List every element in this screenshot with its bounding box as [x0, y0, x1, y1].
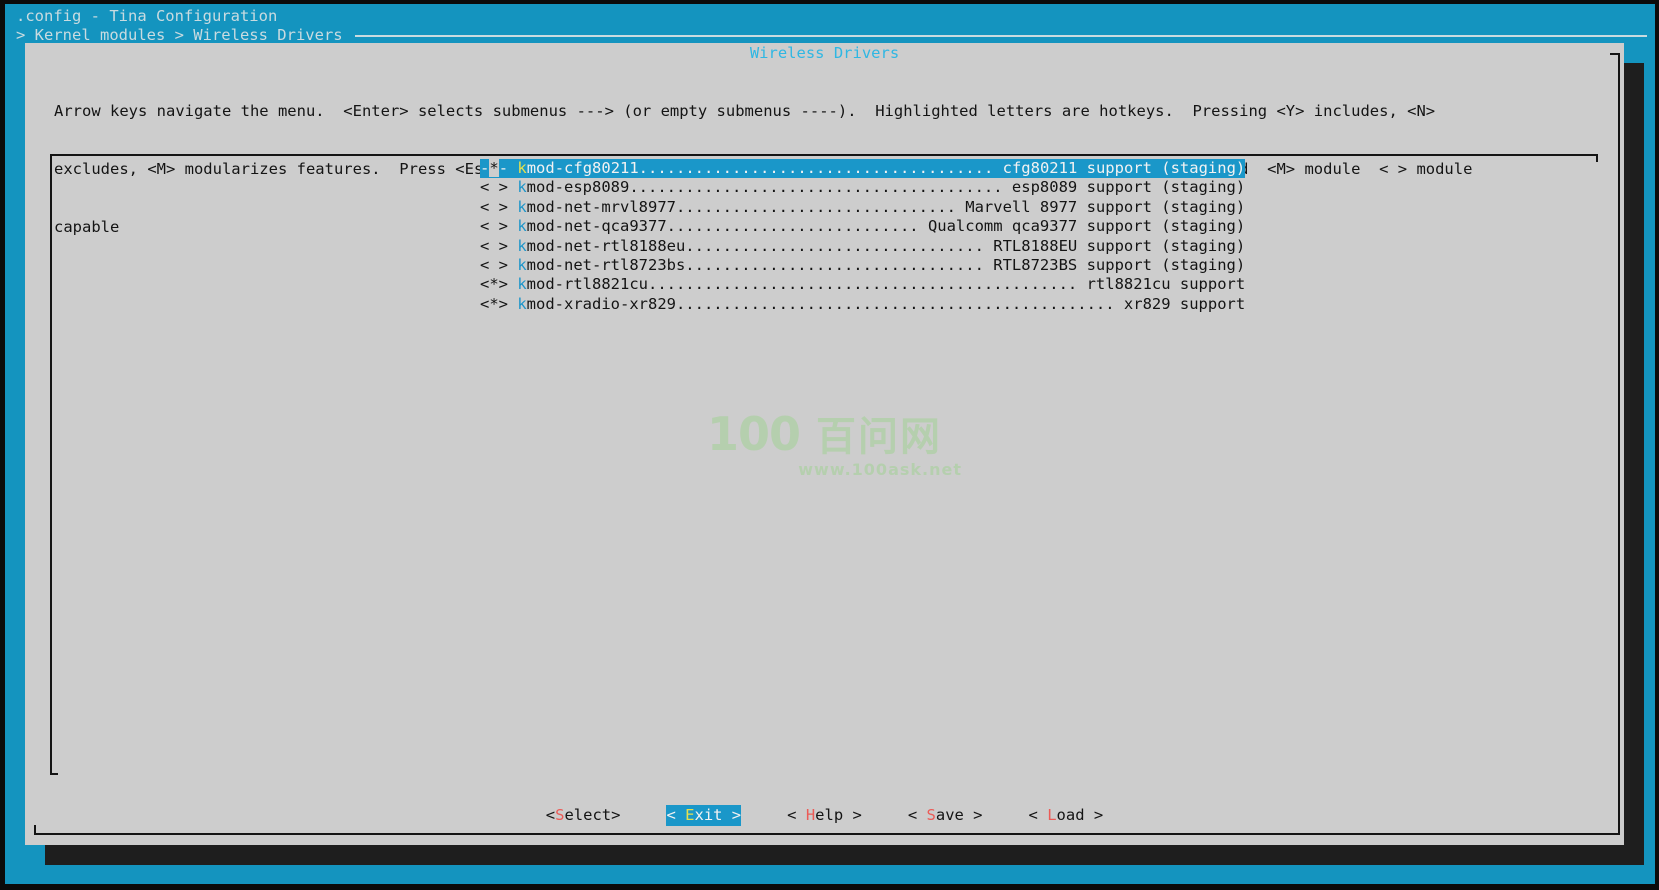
- item-prefix: < >: [480, 217, 517, 235]
- item-hotkey: k: [517, 275, 526, 293]
- item-prefix: < >: [480, 178, 517, 196]
- button-bar: <Select> < Exit > < Help > < Save > < Lo…: [25, 805, 1624, 826]
- menu-item-kmod-rtl8821cu[interactable]: <*> kmod-rtl8821cu......................…: [480, 275, 1245, 294]
- button-text: elp >: [815, 806, 862, 824]
- breadcrumb-rule: [355, 35, 1647, 37]
- button-text: <: [908, 806, 927, 824]
- terminal-screen: .config - Tina Configuration > Kernel mo…: [0, 0, 1659, 890]
- menu-list: -*- kmod-cfg80211.......................…: [480, 159, 1245, 314]
- selection-cursor: *: [489, 159, 498, 177]
- watermark-brand-line: 100 百问网: [707, 411, 962, 457]
- menu-item-kmod-net-rtl8188eu[interactable]: < > kmod-net-rtl8188eu..................…: [480, 237, 1245, 256]
- button-text: oad >: [1057, 806, 1104, 824]
- button-hotkey: H: [806, 806, 815, 824]
- help-button[interactable]: < Help >: [787, 805, 862, 826]
- dialog-title: Wireless Drivers: [25, 44, 1624, 63]
- select-button[interactable]: <Select>: [546, 805, 621, 826]
- menu-item-kmod-net-rtl8723bs[interactable]: < > kmod-net-rtl8723bs..................…: [480, 256, 1245, 275]
- menu-item-kmod-net-qca9377[interactable]: < > kmod-net-qca9377....................…: [480, 217, 1245, 236]
- item-label: mod-esp8089.............................…: [527, 178, 1246, 196]
- item-prefix: <*>: [480, 295, 517, 313]
- item-label: mod-net-rtl8188eu.......................…: [527, 237, 1246, 255]
- list-box-corner: [50, 773, 58, 775]
- item-hotkey: k: [517, 237, 526, 255]
- list-box-corner: [1596, 154, 1598, 162]
- item-hotkey: k: [517, 159, 526, 177]
- item-hotkey: k: [517, 295, 526, 313]
- item-prefix: < >: [480, 237, 517, 255]
- item-prefix: -: [480, 159, 489, 177]
- menu-item-kmod-net-mrvl8977[interactable]: < > kmod-net-mrvl8977...................…: [480, 198, 1245, 217]
- item-label: mod-net-rtl8723bs.......................…: [527, 256, 1246, 274]
- button-hotkey: L: [1047, 806, 1056, 824]
- item-hotkey: k: [517, 256, 526, 274]
- item-prefix: -: [499, 159, 518, 177]
- button-text: <: [787, 806, 806, 824]
- config-dialog: Wireless Drivers Arrow keys navigate the…: [25, 43, 1624, 845]
- watermark-brand: 百问网: [816, 417, 942, 457]
- load-button[interactable]: < Load >: [1029, 805, 1104, 826]
- item-hotkey: k: [517, 198, 526, 216]
- item-label: mod-cfg80211............................…: [527, 159, 1246, 177]
- item-label: mod-net-mrvl8977........................…: [527, 198, 1246, 216]
- watermark-url: www.100ask.net: [707, 460, 962, 479]
- menu-item-kmod-esp8089[interactable]: < > kmod-esp8089........................…: [480, 178, 1245, 197]
- window-title: .config - Tina Configuration: [16, 7, 277, 26]
- watermark-logo: 100: [707, 411, 800, 457]
- item-label: mod-net-qca9377.........................…: [527, 217, 1246, 235]
- item-prefix: < >: [480, 256, 517, 274]
- button-text: <: [666, 806, 685, 824]
- save-button[interactable]: < Save >: [908, 805, 983, 826]
- button-text: elect>: [564, 806, 620, 824]
- exit-button[interactable]: < Exit >: [666, 805, 741, 826]
- item-hotkey: k: [517, 217, 526, 235]
- item-prefix: < >: [480, 198, 517, 216]
- menu-item-kmod-xradio-xr829[interactable]: <*> kmod-xradio-xr829...................…: [480, 295, 1245, 314]
- button-hotkey: S: [927, 806, 936, 824]
- menu-item-kmod-cfg80211[interactable]: -*- kmod-cfg80211.......................…: [480, 159, 1245, 178]
- button-text: xit >: [694, 806, 741, 824]
- item-label: mod-rtl8821cu...........................…: [527, 275, 1246, 293]
- item-prefix: <*>: [480, 275, 517, 293]
- help-text-line: Arrow keys navigate the menu. <Enter> se…: [54, 102, 1472, 121]
- button-text: <: [546, 806, 555, 824]
- button-text: ave >: [936, 806, 983, 824]
- button-text: <: [1029, 806, 1048, 824]
- item-label: mod-xradio-xr829........................…: [527, 295, 1246, 313]
- watermark: 100 百问网 www.100ask.net: [707, 411, 962, 479]
- item-hotkey: k: [517, 178, 526, 196]
